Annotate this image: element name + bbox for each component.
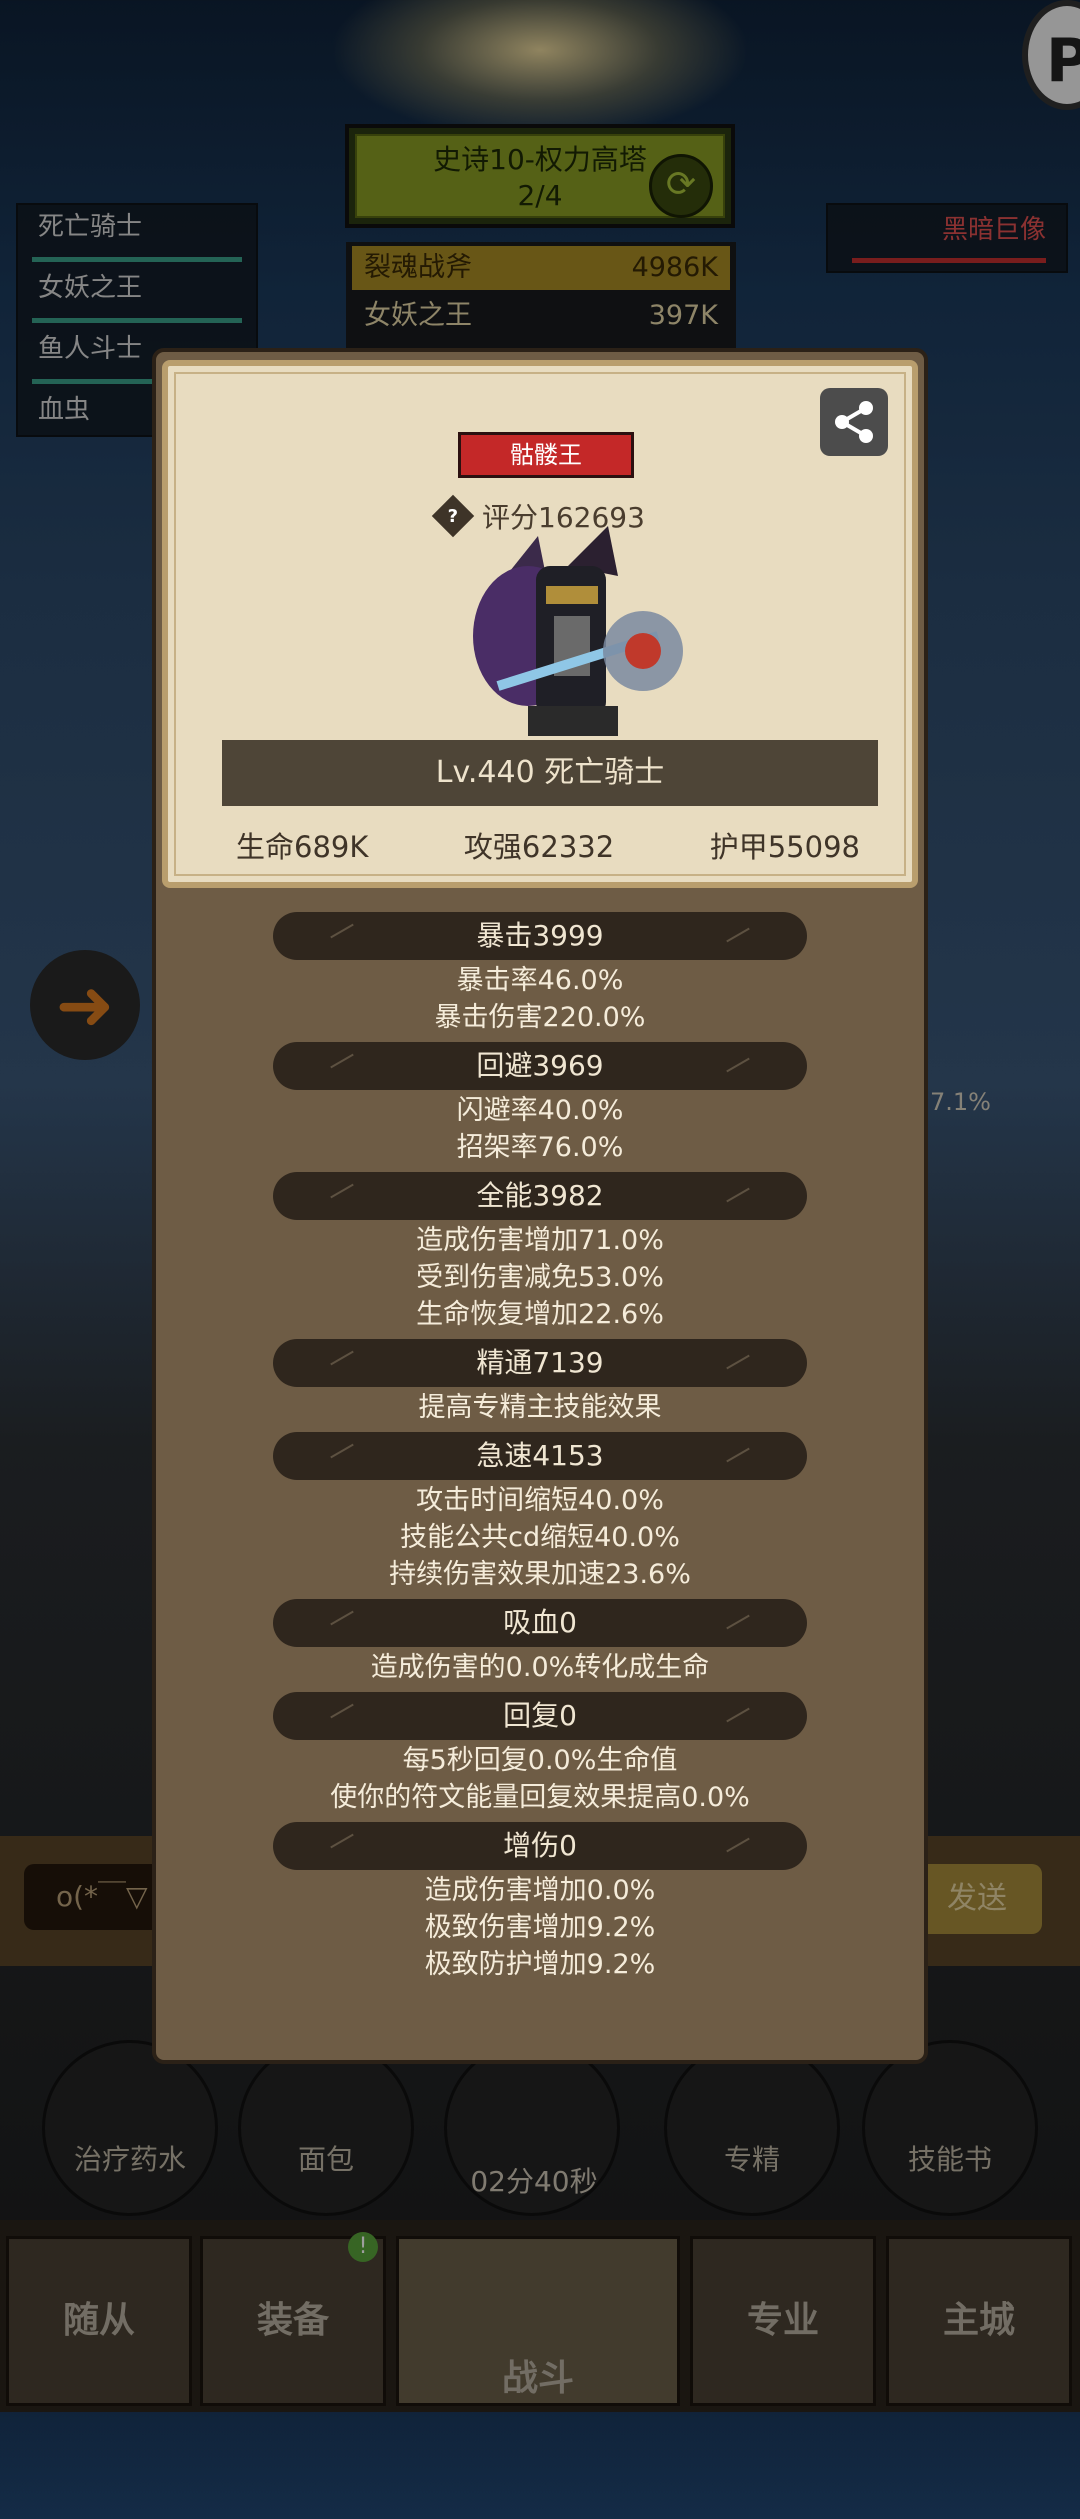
- stat-detail: 使你的符文能量回复效果提高0.0%: [330, 1782, 750, 1813]
- stat-header: 全能3982: [273, 1172, 807, 1220]
- hero-card: 骷髅王 ? 评分162693 Lv.440 死亡骑士 生命689K 攻强6233…: [162, 360, 918, 888]
- stat-detail: 极致防护增加9.2%: [424, 1949, 656, 1980]
- stat-detail: 技能公共cd缩短40.0%: [400, 1522, 680, 1553]
- stat-detail: 造成伤害增加71.0%: [416, 1225, 664, 1256]
- stat-detail: 造成伤害的0.0%转化成生命: [370, 1652, 710, 1683]
- stat-header: 回避3969: [273, 1042, 807, 1090]
- stat-header: 吸血0: [273, 1599, 807, 1647]
- stat-group: 回避3969 闪避率40.0% 招架率76.0%: [156, 1042, 924, 1166]
- stat-detail: 提高专精主技能效果: [418, 1392, 662, 1423]
- stat-header: 增伤0: [273, 1822, 807, 1870]
- stat-detail: 每5秒回复0.0%生命值: [402, 1745, 678, 1776]
- stat-list: 暴击3999 暴击率46.0% 暴击伤害220.0% 回避3969 闪避率40.0% 招架…: [156, 912, 924, 1989]
- stat-header: 精通7139: [273, 1339, 807, 1387]
- stat-detail: 持续伤害效果加速23.6%: [389, 1559, 691, 1590]
- stat-header: 暴击3999: [273, 912, 807, 960]
- stat-header: 急速4153: [273, 1432, 807, 1480]
- hero-hp: 生命689K: [236, 830, 369, 864]
- stat-group: 回复0 每5秒回复0.0%生命值使你的符文能量回复效果提高0.0%: [156, 1692, 924, 1816]
- hero-detail-modal: 骷髅王 ? 评分162693 Lv.440 死亡骑士 生命689K 攻强6233…: [152, 348, 928, 2064]
- stat-group: 吸血0 造成伤害的0.0%转化成生命: [156, 1599, 924, 1686]
- stat-group: 全能3982 造成伤害增加71.0% 受到伤害减免53.0% 生命恢复增加22.6%: [156, 1172, 924, 1333]
- stat-detail: 暴击伤害220.0%: [434, 1002, 646, 1033]
- share-button[interactable]: [820, 388, 888, 456]
- stat-header: 回复0: [273, 1692, 807, 1740]
- hero-attack: 攻强62332: [463, 830, 615, 864]
- base-stats: 生命689K 攻强62332 护甲55098: [208, 824, 888, 866]
- stat-detail: 暴击率46.0%: [456, 965, 624, 996]
- stat-detail: 攻击时间缩短40.0%: [416, 1485, 664, 1516]
- stat-group: 暴击3999 暴击率46.0% 暴击伤害220.0%: [156, 912, 924, 1036]
- stat-detail: 极致伤害增加9.2%: [424, 1912, 656, 1943]
- stat-detail: 闪避率40.0%: [456, 1095, 624, 1126]
- stat-group: 急速4153 攻击时间缩短40.0% 技能公共cd缩短40.0% 持续伤害效果加速23…: [156, 1432, 924, 1593]
- stat-group: 精通7139 提高专精主技能效果: [156, 1339, 924, 1426]
- stat-detail: 招架率76.0%: [456, 1132, 624, 1163]
- stat-detail: 受到伤害减免53.0%: [416, 1262, 664, 1293]
- hero-level-name: Lv.440 死亡骑士: [222, 740, 878, 806]
- stat-detail: 生命恢复增加22.6%: [416, 1299, 664, 1330]
- hero-armor: 护甲55098: [709, 830, 860, 864]
- hero-title-tag: 骷髅王: [458, 432, 634, 478]
- share-icon: [835, 401, 873, 443]
- stat-detail: 造成伤害增加0.0%: [424, 1875, 656, 1906]
- death-knight-portrait: [473, 526, 683, 736]
- stat-group: 增伤0 造成伤害增加0.0% 极致伤害增加9.2% 极致防护增加9.2%: [156, 1822, 924, 1983]
